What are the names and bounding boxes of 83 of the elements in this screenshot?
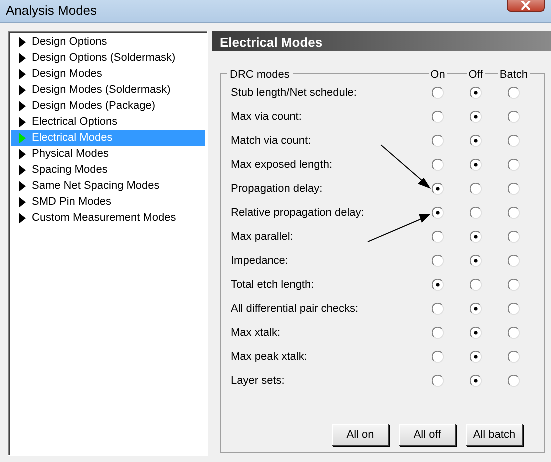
radio-button[interactable]	[508, 159, 520, 171]
action-button[interactable]: All on	[332, 424, 389, 446]
radio-button[interactable]	[470, 111, 482, 123]
radio-button[interactable]	[470, 351, 482, 363]
radio-button[interactable]	[432, 231, 444, 243]
panel-header: Electrical Modes	[212, 31, 551, 51]
tree-item[interactable]: Design Modes (Package)	[11, 98, 205, 114]
radio-button[interactable]	[470, 255, 482, 267]
radio-button[interactable]	[432, 159, 444, 171]
radio-button[interactable]	[508, 183, 520, 195]
radio-button[interactable]	[508, 87, 520, 99]
expand-arrow-icon[interactable]	[19, 212, 26, 224]
radio-button[interactable]	[508, 135, 520, 147]
tree-item[interactable]: Custom Measurement Modes	[11, 210, 205, 226]
tree-item[interactable]: Physical Modes	[11, 146, 205, 162]
expand-arrow-icon[interactable]	[19, 164, 26, 176]
radio-button[interactable]	[470, 183, 482, 195]
expand-arrow-icon[interactable]	[19, 68, 26, 80]
rule-label: Max peak xtalk:	[230, 350, 308, 365]
rule-label: Max xtalk:	[230, 326, 282, 341]
rule-label: Stub length/Net schedule:	[230, 86, 358, 101]
radio-button[interactable]	[432, 207, 444, 219]
radio-button[interactable]	[508, 351, 520, 363]
tree-item[interactable]: Design Modes	[11, 66, 205, 82]
radio-button[interactable]	[508, 303, 520, 315]
rule-label: Max exposed length:	[230, 158, 334, 173]
rule-label: Relative propagation delay:	[230, 206, 366, 221]
expand-arrow-icon[interactable]	[19, 100, 26, 112]
radio-button[interactable]	[508, 207, 520, 219]
action-button[interactable]: All batch	[466, 424, 523, 446]
radio-button[interactable]	[470, 327, 482, 339]
tree-item[interactable]: Spacing Modes	[11, 162, 205, 178]
radio-button[interactable]	[508, 111, 520, 123]
radio-button[interactable]	[432, 351, 444, 363]
expand-arrow-icon[interactable]	[19, 36, 26, 48]
radio-button[interactable]	[432, 135, 444, 147]
radio-button[interactable]	[432, 255, 444, 267]
radio-button[interactable]	[508, 375, 520, 387]
arrow-drawing	[368, 214, 431, 242]
rule-label: Impedance:	[230, 254, 290, 269]
radio-button[interactable]	[508, 255, 520, 267]
radio-button[interactable]	[432, 279, 444, 291]
tree-item[interactable]: Design Modes (Soldermask)	[11, 82, 205, 98]
radio-button[interactable]	[432, 303, 444, 315]
tree-item[interactable]: Design Options	[11, 34, 205, 50]
expand-arrow-icon[interactable]	[19, 84, 26, 96]
expand-arrow-icon[interactable]	[19, 148, 26, 160]
radio-button[interactable]	[470, 207, 482, 219]
action-button[interactable]: All off	[399, 424, 456, 446]
radio-button[interactable]	[508, 327, 520, 339]
expand-arrow-icon[interactable]	[19, 196, 26, 208]
radio-button[interactable]	[470, 135, 482, 147]
radio-button[interactable]	[470, 303, 482, 315]
radio-button[interactable]	[508, 279, 520, 291]
radio-button[interactable]	[508, 231, 520, 243]
rule-label: Total etch length:	[230, 278, 316, 293]
tree-item[interactable]: Same Net Spacing Modes	[11, 178, 205, 194]
expand-arrow-icon[interactable]	[19, 180, 26, 192]
close-button[interactable]	[507, 0, 545, 12]
radio-button[interactable]	[432, 375, 444, 387]
rule-label: All differential pair checks:	[230, 302, 360, 317]
rule-label: Propagation delay:	[230, 182, 324, 197]
radio-button[interactable]	[432, 327, 444, 339]
radio-button[interactable]	[470, 375, 482, 387]
radio-button[interactable]	[470, 231, 482, 243]
rule-label: Layer sets:	[230, 374, 286, 389]
close-icon	[521, 1, 531, 10]
expand-arrow-icon[interactable]	[19, 52, 26, 64]
rule-label: Match via count:	[230, 134, 312, 149]
radio-button[interactable]	[470, 279, 482, 291]
window-title: Analysis Modes	[6, 2, 98, 20]
tree-item[interactable]: SMD Pin Modes	[11, 194, 205, 210]
radio-button[interactable]	[432, 87, 444, 99]
tree-item[interactable]: Design Options (Soldermask)	[11, 50, 205, 66]
rule-label: Max via count:	[230, 110, 303, 125]
radio-button[interactable]	[432, 183, 444, 195]
rule-label: Max parallel:	[230, 230, 294, 245]
arrow-drawing	[380, 144, 431, 189]
expand-arrow-icon[interactable]	[19, 116, 26, 128]
radio-button[interactable]	[470, 159, 482, 171]
tree-item[interactable]: Electrical Options	[11, 114, 205, 130]
radio-button[interactable]	[432, 111, 444, 123]
radio-button[interactable]	[470, 87, 482, 99]
